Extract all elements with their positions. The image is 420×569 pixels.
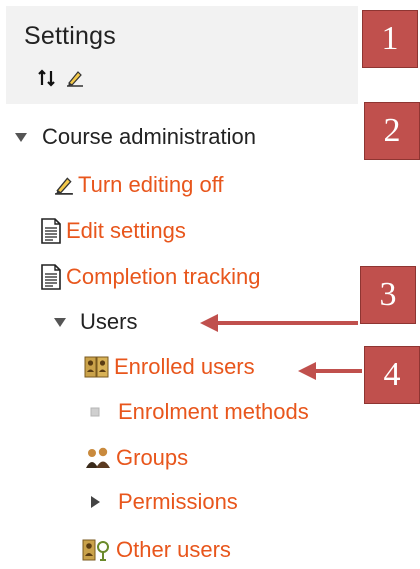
triangle-down-icon — [52, 316, 68, 328]
enrolled-users-link[interactable]: Enrolled users — [114, 354, 255, 380]
tree-item-enrolment-methods[interactable]: Enrolment methods — [84, 397, 309, 427]
callout-4: 4 — [364, 346, 420, 404]
permissions-link[interactable]: Permissions — [118, 489, 238, 515]
header-icons — [38, 69, 84, 87]
groups-icon — [84, 446, 112, 470]
other-users-link[interactable]: Other users — [116, 537, 231, 563]
groups-link[interactable]: Groups — [116, 445, 188, 471]
document-icon — [40, 264, 62, 290]
triangle-right-icon — [84, 495, 106, 509]
edit-settings-link[interactable]: Edit settings — [66, 218, 186, 244]
document-icon — [40, 218, 62, 244]
turn-editing-off-link[interactable]: Turn editing off — [78, 172, 224, 198]
tree-item-other-users[interactable]: Other users — [82, 535, 231, 565]
square-bullet-icon — [84, 407, 106, 417]
edit-icon[interactable] — [66, 69, 84, 87]
tree-item-groups[interactable]: Groups — [84, 443, 188, 473]
enrolled-users-icon — [84, 355, 110, 379]
completion-tracking-link[interactable]: Completion tracking — [66, 264, 260, 290]
tree-item-users[interactable]: Users — [52, 307, 137, 337]
enrolment-methods-link[interactable]: Enrolment methods — [118, 399, 309, 425]
settings-title: Settings — [24, 22, 116, 50]
callout-3: 3 — [360, 266, 416, 324]
callout-2: 2 — [364, 102, 420, 160]
edit-icon — [54, 175, 74, 195]
settings-header: Settings — [6, 6, 358, 104]
triangle-down-icon — [12, 131, 30, 143]
tree-item-enrolled-users[interactable]: Enrolled users — [84, 352, 255, 382]
arrow-to-users — [200, 314, 358, 332]
tree-item-turn-editing-off[interactable]: Turn editing off — [54, 170, 224, 200]
arrow-to-enrolled-users — [298, 362, 362, 380]
move-icon[interactable] — [38, 69, 56, 87]
settings-block: Settings 1 2 3 4 Course administration T… — [0, 0, 420, 569]
callout-1: 1 — [362, 10, 418, 68]
tree-item-completion-tracking[interactable]: Completion tracking — [40, 262, 260, 292]
other-users-icon — [82, 538, 112, 562]
users-label: Users — [80, 309, 138, 334]
tree-item-course-administration[interactable]: Course administration — [12, 122, 256, 152]
tree-item-edit-settings[interactable]: Edit settings — [40, 216, 186, 246]
course-administration-label: Course administration — [42, 124, 256, 149]
tree-item-permissions[interactable]: Permissions — [84, 487, 238, 517]
